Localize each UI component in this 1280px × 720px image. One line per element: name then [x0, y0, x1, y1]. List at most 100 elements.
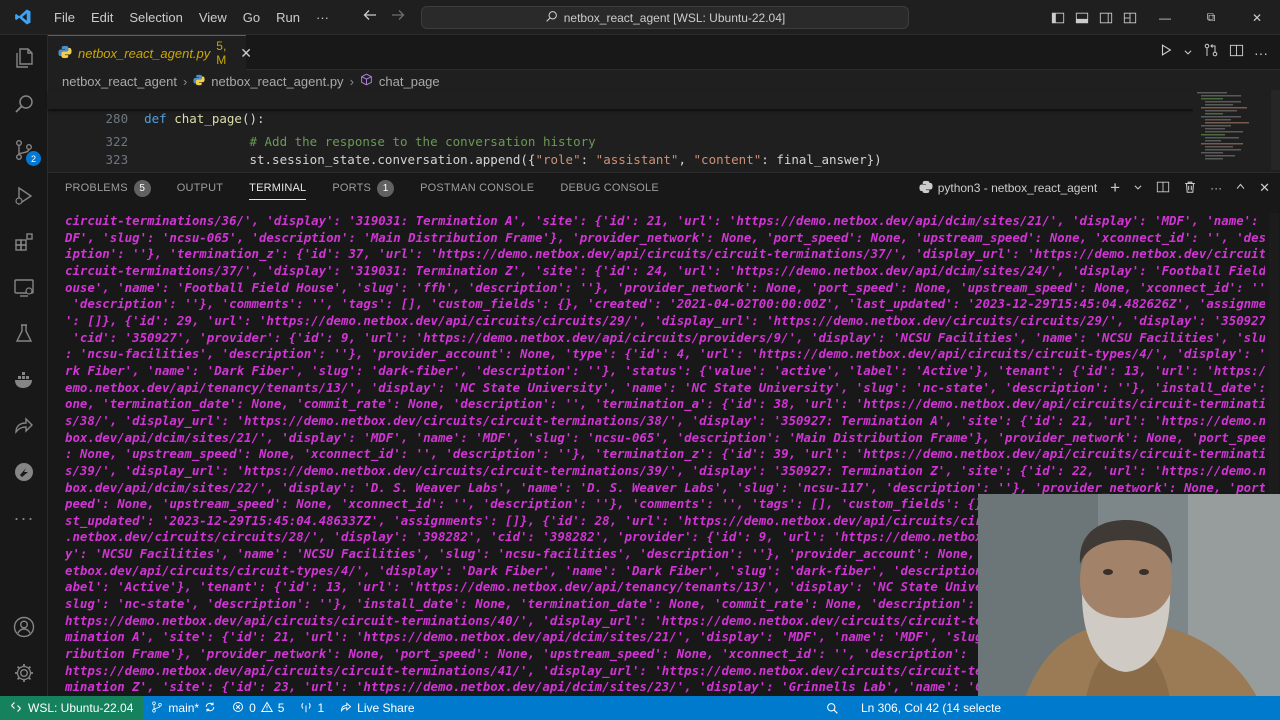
- minimap[interactable]: [1193, 90, 1271, 170]
- terminal-selector[interactable]: python3 - netbox_react_agent: [919, 180, 1097, 197]
- problems-count-badge: 5: [133, 179, 151, 197]
- toggle-secondary-sidebar-icon[interactable]: [1094, 0, 1118, 35]
- more-actions-icon[interactable]: ···: [1210, 181, 1222, 195]
- testing-flask-icon[interactable]: [0, 311, 48, 357]
- git-branch-icon: [151, 701, 163, 716]
- toggle-primary-sidebar-icon[interactable]: [1046, 0, 1070, 35]
- tab-output[interactable]: OUTPUT: [177, 173, 223, 203]
- tab-ports[interactable]: PORTS 1: [332, 173, 395, 203]
- menu-file[interactable]: File: [46, 0, 83, 35]
- terminal-line: box.dev/api/dcim/sites/21/', 'display': …: [65, 429, 1265, 445]
- sync-icon[interactable]: [204, 701, 216, 716]
- maximize-panel-chevron-up-icon[interactable]: [1235, 181, 1246, 195]
- close-window-icon[interactable]: ✕: [1234, 0, 1280, 35]
- extensions-icon[interactable]: [0, 219, 48, 265]
- menu-go[interactable]: Go: [235, 0, 268, 35]
- title-bar: File Edit Selection View Go Run ··· netb…: [0, 0, 1280, 35]
- accounts-icon[interactable]: [0, 604, 48, 650]
- toggle-panel-icon[interactable]: [1070, 0, 1094, 35]
- run-python-file-icon[interactable]: [1159, 43, 1173, 62]
- code-line[interactable]: 324: [48, 150, 144, 186]
- status-bar-right: Ln 306, Col 42 (14 selecte: [818, 696, 1009, 720]
- search-view-icon[interactable]: [0, 81, 48, 127]
- python-terminal-icon: [919, 180, 933, 197]
- breadcrumb: netbox_react_agent › netbox_react_agent.…: [48, 70, 1280, 92]
- python-file-icon: [193, 74, 205, 89]
- breadcrumb-symbol[interactable]: chat_page: [379, 74, 440, 89]
- command-center-search[interactable]: netbox_react_agent [WSL: Ubuntu-22.04]: [421, 6, 909, 29]
- menu-edit[interactable]: Edit: [83, 0, 121, 35]
- terminal-name: python3 - netbox_react_agent: [937, 181, 1098, 195]
- tab-label: DEBUG CONSOLE: [560, 182, 659, 194]
- close-panel-icon[interactable]: ✕: [1259, 180, 1270, 196]
- close-tab-icon[interactable]: ✕: [240, 45, 252, 62]
- forward-arrow-icon[interactable]: [390, 7, 406, 28]
- antenna-icon: [300, 701, 312, 716]
- problems-summary[interactable]: 0 5: [224, 696, 292, 720]
- remote-explorer-icon[interactable]: [0, 265, 48, 311]
- split-terminal-icon[interactable]: [1156, 180, 1170, 197]
- editor-scrollbar[interactable]: [1271, 90, 1280, 170]
- live-share-status[interactable]: Live Share: [332, 696, 422, 720]
- live-share-icon[interactable]: [0, 403, 48, 449]
- restore-icon[interactable]: ⧉: [1188, 0, 1234, 35]
- terminal-line: DF', 'slug': 'ncsu-065', 'description': …: [65, 229, 1265, 245]
- docker-icon[interactable]: [0, 357, 48, 403]
- code-line[interactable]: 322 # Add the response to the conversati…: [48, 113, 596, 149]
- terminal-line: rk Fiber', 'name': 'Dark Fiber', 'slug':…: [65, 362, 1265, 378]
- customize-layout-icon[interactable]: [1118, 0, 1142, 35]
- explorer-icon[interactable]: [0, 35, 48, 81]
- git-branch[interactable]: main*: [143, 696, 224, 720]
- chevron-right-icon: ›: [349, 73, 354, 89]
- new-terminal-plus-icon[interactable]: +: [1110, 178, 1120, 198]
- settings-gear-icon[interactable]: [0, 650, 48, 696]
- tab-terminal[interactable]: TERMINAL: [249, 173, 307, 203]
- code-editor[interactable]: 280 def chat_page(): 322 # Add the respon…: [48, 90, 1193, 186]
- terminal-line: ': []}, {'id': 29, 'url': 'https://demo.…: [65, 312, 1265, 328]
- presenter-video-image: [978, 494, 1280, 720]
- remote-indicator[interactable]: WSL: Ubuntu-22.04: [0, 696, 144, 720]
- minimap-preview: [1197, 92, 1249, 160]
- terminal-line: 'cid': '350927', 'provider': {'id': 9, '…: [65, 329, 1265, 345]
- menu-run[interactable]: Run: [268, 0, 308, 35]
- tab-label: PROBLEMS: [65, 182, 128, 194]
- error-icon: [232, 701, 244, 716]
- open-changes-icon[interactable]: [1203, 42, 1219, 63]
- editor-tab-bar: netbox_react_agent.py 5, M ✕ ···: [48, 35, 1280, 70]
- code-punct: ,: [678, 152, 694, 167]
- breadcrumb-folder[interactable]: netbox_react_agent: [62, 74, 177, 89]
- branch-name: main*: [168, 701, 200, 715]
- menu-selection[interactable]: Selection: [121, 0, 190, 35]
- source-control-icon[interactable]: 2: [0, 127, 48, 173]
- sticky-scroll-line[interactable]: 280 def chat_page():: [48, 90, 1193, 126]
- ports-count: 1: [317, 701, 325, 715]
- tab-netbox-react-agent[interactable]: netbox_react_agent.py 5, M ✕: [48, 35, 252, 70]
- menu-view[interactable]: View: [191, 0, 235, 35]
- terminal-line: : None, 'upstream_speed': None, 'xconnec…: [65, 446, 1265, 462]
- minimize-icon[interactable]: —: [1142, 0, 1188, 35]
- tab-debug-console[interactable]: DEBUG CONSOLE: [560, 173, 659, 203]
- remote-label: WSL: Ubuntu-22.04: [28, 701, 134, 715]
- run-debug-icon[interactable]: [0, 173, 48, 219]
- chevron-down-icon[interactable]: [1133, 181, 1143, 195]
- menu-more[interactable]: ···: [308, 0, 337, 35]
- tab-title: netbox_react_agent.py: [78, 45, 211, 61]
- back-arrow-icon[interactable]: [362, 7, 378, 28]
- code-line[interactable]: 323 st.session_state.conversation.append…: [48, 131, 882, 167]
- code-string: "content": [693, 152, 762, 167]
- split-editor-icon[interactable]: [1229, 43, 1244, 63]
- more-actions-icon[interactable]: ···: [1254, 45, 1268, 61]
- tab-label: POSTMAN CONSOLE: [420, 182, 535, 194]
- more-views-icon[interactable]: ···: [0, 495, 48, 541]
- kill-terminal-trash-icon[interactable]: [1183, 180, 1197, 197]
- tab-problems-status: 5, M: [216, 39, 227, 67]
- tab-problems[interactable]: PROBLEMS 5: [65, 173, 151, 203]
- status-bar: WSL: Ubuntu-22.04 main* 0 5 1 Live Share…: [0, 696, 1280, 720]
- tab-postman-console[interactable]: POSTMAN CONSOLE: [420, 173, 534, 203]
- breadcrumb-file[interactable]: netbox_react_agent.py: [211, 74, 343, 89]
- chevron-down-icon[interactable]: [1183, 44, 1193, 62]
- cursor-position[interactable]: Ln 306, Col 42 (14 selecte: [847, 696, 1009, 720]
- github-copilot-icon[interactable]: [0, 449, 48, 495]
- zoom-magnifier-icon[interactable]: [818, 696, 847, 720]
- forwarded-ports[interactable]: 1: [292, 696, 332, 720]
